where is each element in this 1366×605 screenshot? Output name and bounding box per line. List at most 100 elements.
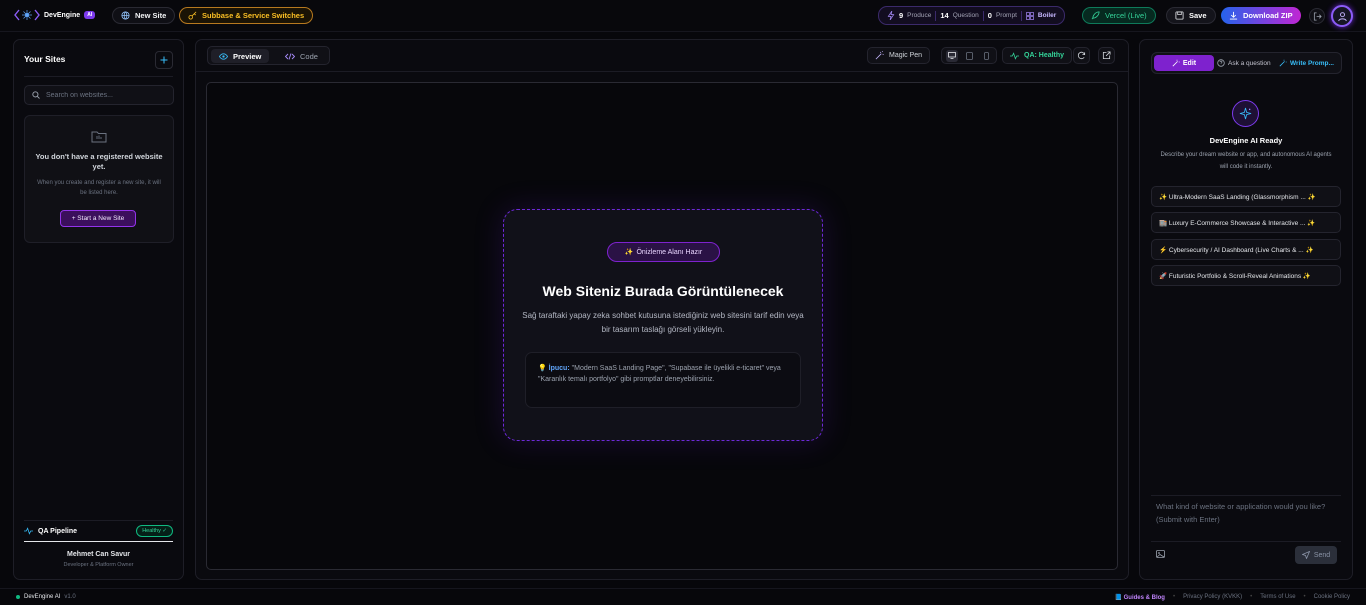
start-new-site-button[interactable]: + Start a New Site [60,210,136,227]
suggestion-item[interactable]: ✨ Ultra-Modern SaaS Landing (Glassmorphi… [1151,186,1341,207]
tab-code[interactable]: Code [277,49,326,63]
footer-link-cookie[interactable]: Cookie Policy [1314,594,1350,600]
usage-stats[interactable]: 9 Produce 14 Question 0 Prompt Boiler [878,6,1066,25]
desktop-view-button[interactable] [946,49,958,62]
qa-status-badge: Healthy ✓ [136,525,173,537]
sparkle-icon: ✨ [624,249,634,256]
preview-tip: 💡 İpucu: "Modern SaaS Landing Page", "Su… [525,352,801,408]
owner-name: Mehmet Can Savur [66,551,131,558]
site-search[interactable] [24,85,174,105]
empty-sites-card: You don't have a registered website yet.… [24,115,174,243]
footer-link-privacy[interactable]: Privacy Policy (KVKK) [1183,594,1242,600]
plus-icon [160,56,168,64]
sites-sidebar: Your Sites You don't have a registered w… [13,39,184,580]
footer-link-terms[interactable]: Terms of Use [1260,594,1295,600]
prompt-input[interactable] [1156,500,1338,532]
divider [982,10,984,21]
footer-separator: • [1303,594,1306,600]
suggestion-item[interactable]: ⚡ Cybersecurity / AI Dashboard (Live Cha… [1151,239,1341,260]
download-zip-button[interactable]: Download ZIP [1221,7,1301,24]
save-button[interactable]: Save [1166,7,1216,24]
tab-edit[interactable]: Edit [1154,55,1214,71]
vercel-live-button[interactable]: Vercel (Live) [1082,7,1156,24]
activity-icon [24,527,33,535]
footer-brand: DevEngine AI v1.0 [16,594,76,600]
preview-stage: ✨ Önizleme Alanı Hazır Web Siteniz Burad… [206,82,1118,570]
key-icon [188,11,197,20]
logout-icon [1313,11,1322,21]
brand-badge: AI [84,11,96,19]
rocket-icon [1091,11,1100,20]
sparkle-icon [1239,107,1252,120]
mobile-view-button[interactable] [980,50,992,62]
logo-icon [14,9,40,21]
help-icon [1217,59,1225,67]
qa-health-button[interactable]: QA: Healthy [1002,47,1073,64]
logout-button[interactable] [1309,8,1325,24]
divider [1020,10,1022,21]
supabase-switches-button[interactable]: Subbase & Service Switches [179,7,314,24]
divider [935,10,937,21]
image-upload-icon[interactable] [1156,550,1165,558]
tablet-view-button[interactable] [963,50,975,62]
produce-label: Produce [907,12,932,19]
empty-sites-description: When you create and register a new site,… [37,180,161,196]
preview-placeholder-card: ✨ Önizleme Alanı Hazır Web Siteniz Burad… [503,209,823,441]
brand-logo[interactable]: DevEngine AI [14,9,96,21]
send-label: Send [1313,551,1331,559]
wand-icon [1172,59,1180,67]
tip-text: "Modern SaaS Landing Page", "Supabase il… [538,365,781,383]
suggestion-item[interactable]: 🏬 Luxury E-Commerce Showcase & Interacti… [1151,212,1341,233]
prompt-composer: Send [1151,495,1341,567]
refresh-button[interactable] [1073,47,1090,64]
footer-separator: • [1172,594,1176,600]
ai-ready-badge [1232,100,1259,127]
produce-count: 9 [899,11,904,20]
tab-ask-question[interactable]: Ask a question [1217,55,1271,71]
footer: DevEngine AI v1.0 📘 Guides & Blog • Priv… [0,588,1366,605]
view-tabs: Preview Code [207,46,330,65]
grid-icon [1026,11,1034,20]
supabase-label: Subbase & Service Switches [202,11,305,20]
add-site-button[interactable] [155,51,173,69]
prompt-count: 0 [987,11,992,20]
site-search-input[interactable] [46,91,166,99]
open-external-button[interactable] [1098,47,1115,64]
new-site-label: New Site [135,11,167,20]
download-label: Download ZIP [1243,11,1293,20]
qa-pipeline-row[interactable]: QA Pipeline Healthy ✓ [24,520,173,542]
tab-write-label: Write Promp... [1290,59,1334,67]
new-site-button[interactable]: New Site [112,7,176,24]
preview-placeholder-description: Sağ taraftaki yapay zeka sohbet kutusuna… [522,311,804,334]
wand-icon [1279,59,1287,67]
user-avatar[interactable] [1331,5,1353,27]
divider [196,71,1128,72]
tab-preview-label: Preview [233,51,262,61]
footer-version: v1.0 [64,594,76,600]
preview-panel: Preview Code Magic Pen QA: Healthy ✨ Öni… [195,39,1129,580]
magic-pen-button[interactable]: Magic Pen [867,47,931,64]
top-bar: DevEngine AI New Site Subbase & Service … [0,0,1366,32]
suggestion-item[interactable]: 🚀 Futuristic Portfolio & Scroll-Reveal A… [1151,265,1341,286]
lightbulb-icon: 💡 [538,365,547,372]
eye-icon [219,52,228,60]
download-icon [1229,11,1238,20]
save-icon [1175,11,1184,20]
empty-sites-title: You don't have a registered website yet. [35,152,163,171]
mobile-icon [983,51,989,60]
divider [24,76,173,77]
tip-label: İpucu: [548,365,570,372]
footer-separator: • [1250,594,1253,600]
tab-write-prompt[interactable]: Write Promp... [1279,55,1334,71]
bolt-icon [887,11,895,20]
vercel-label: Vercel (Live) [1105,11,1147,20]
device-switcher [941,47,997,64]
footer-link-guides[interactable]: 📘 Guides & Blog [1114,594,1164,601]
footer-links: 📘 Guides & Blog • Privacy Policy (KVKK) … [1114,594,1350,601]
status-dot [16,595,20,599]
preview-ready-tag: ✨ Önizleme Alanı Hazır [607,242,720,262]
tab-preview[interactable]: Preview [211,49,270,63]
desktop-icon [948,52,956,59]
owner-role: Developer & Platform Owner [63,562,134,568]
send-button[interactable]: Send [1295,546,1337,564]
